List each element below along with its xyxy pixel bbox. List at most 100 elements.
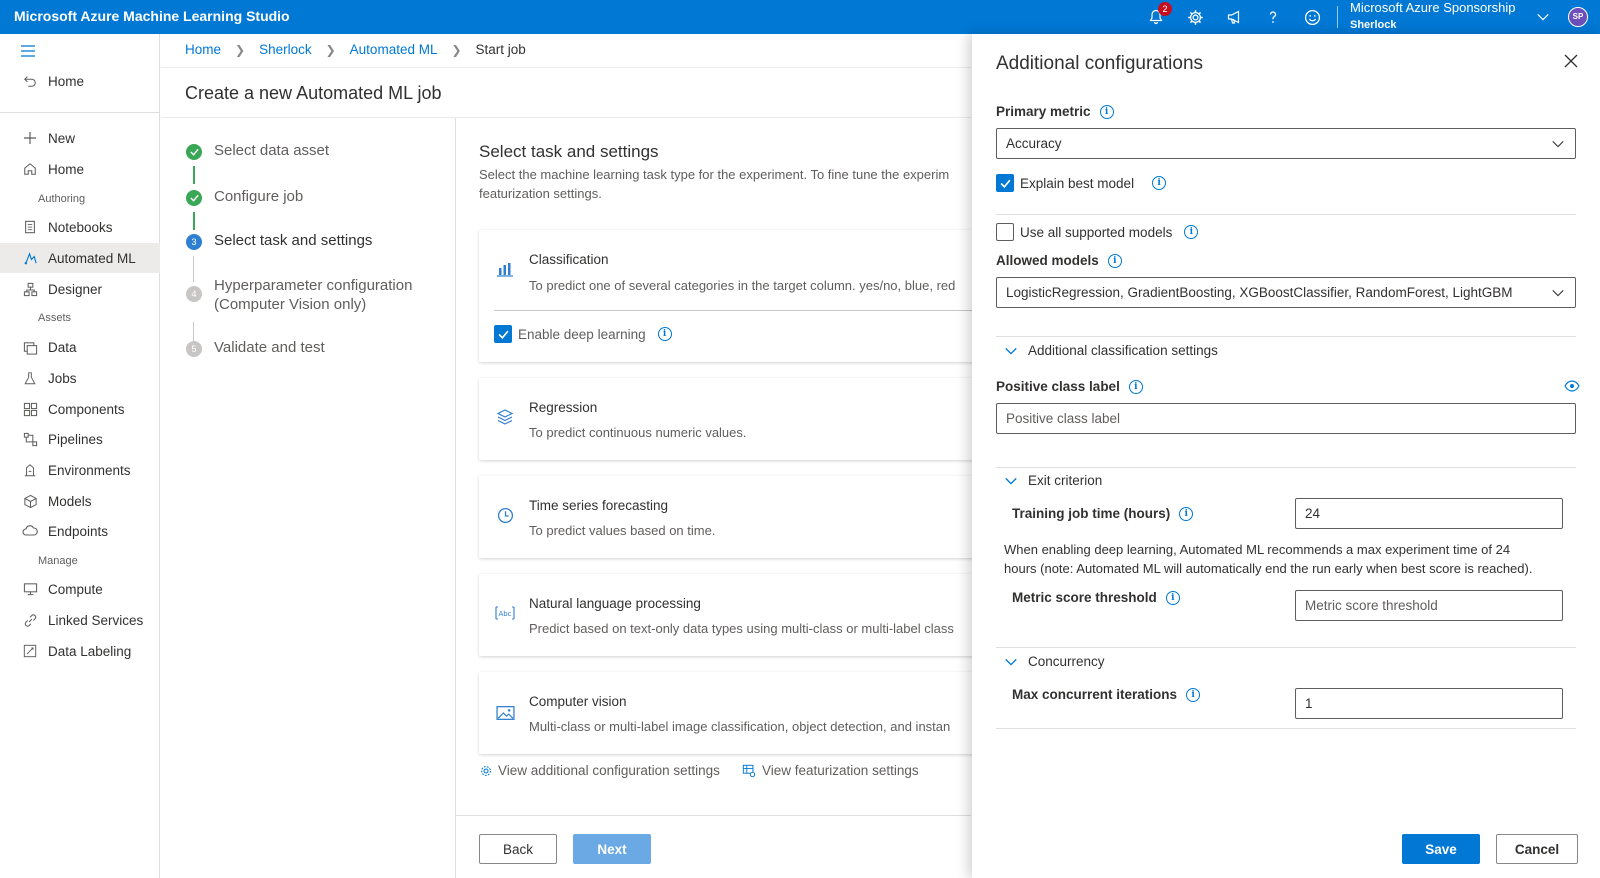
nav-compute[interactable]: Compute: [0, 574, 160, 604]
nav-linked-services[interactable]: Linked Services: [0, 605, 160, 635]
nav-models[interactable]: Models: [0, 486, 160, 516]
training-job-time-input[interactable]: [1295, 498, 1563, 529]
back-button[interactable]: Back: [479, 834, 557, 864]
explain-best-model[interactable]: Explain best model i: [996, 174, 1167, 192]
task-card-computer-vision[interactable]: Computer vision Multi-class or multi-lab…: [479, 672, 979, 754]
use-all-supported-models[interactable]: Use all supported models i: [996, 223, 1199, 241]
task-card-regression[interactable]: Regression To predict continuous numeric…: [479, 378, 979, 460]
close-icon[interactable]: [1564, 54, 1580, 70]
nav-environments[interactable]: Environments: [0, 455, 160, 485]
use-all-models-checkbox[interactable]: [996, 223, 1014, 241]
nav-label: Notebooks: [48, 219, 113, 235]
nav-endpoints[interactable]: Endpoints: [0, 516, 160, 546]
step-label: Hyperparameter configuration (Computer V…: [214, 276, 412, 314]
task-card-time-series[interactable]: Time series forecasting To predict value…: [479, 476, 979, 558]
breadcrumb-automated-ml[interactable]: Automated ML: [350, 42, 438, 57]
step-select-data-asset[interactable]: Select data asset: [186, 142, 329, 160]
section-description: Select the machine learning task type fo…: [479, 165, 979, 203]
nav-jobs[interactable]: Jobs: [0, 363, 160, 393]
nav-notebooks[interactable]: Notebooks: [0, 212, 160, 242]
cube-icon: [22, 493, 38, 509]
pipeline-icon: [22, 431, 38, 447]
hamburger-menu[interactable]: [0, 36, 160, 66]
view-featurization-link[interactable]: View featurization settings: [742, 763, 919, 778]
check-icon: [186, 144, 202, 160]
notebook-icon: [22, 219, 38, 235]
link-icon: [22, 612, 38, 628]
info-icon[interactable]: i: [1165, 590, 1180, 605]
nav-label: Data: [48, 339, 77, 355]
hamburger-icon: [20, 43, 36, 59]
note-line2: hours (note: Automated ML will automatic…: [1004, 561, 1533, 576]
training-job-time-label: Training job time (hours) i: [1012, 506, 1194, 521]
step-hyperparameter[interactable]: 4 Hyperparameter configuration (Computer…: [186, 276, 412, 314]
explain-best-model-checkbox[interactable]: [996, 174, 1014, 192]
megaphone-icon[interactable]: [1222, 5, 1246, 29]
section-label: Concurrency: [1028, 654, 1105, 669]
nav-label: Automated ML: [48, 250, 136, 266]
max-concurrent-iterations-input[interactable]: [1295, 688, 1563, 719]
help-icon[interactable]: [1261, 5, 1285, 29]
checkbox-label: Enable deep learning: [518, 326, 646, 342]
tenant-name[interactable]: Microsoft Azure Sponsorship: [1350, 0, 1515, 15]
next-button[interactable]: Next: [573, 834, 651, 864]
allowed-models-dropdown[interactable]: LogisticRegression, GradientBoosting, XG…: [996, 277, 1576, 308]
step-validate[interactable]: 5 Validate and test: [186, 339, 325, 357]
nav-data-labeling[interactable]: Data Labeling: [0, 636, 160, 666]
exit-criterion-toggle[interactable]: Exit criterion: [1004, 473, 1102, 488]
nav-section-manage: Manage: [38, 555, 78, 567]
positive-class-input[interactable]: [996, 403, 1576, 434]
avatar[interactable]: SP: [1568, 7, 1588, 27]
step-select-task[interactable]: 3 Select task and settings: [186, 232, 372, 250]
nav-designer[interactable]: Designer: [0, 274, 160, 304]
max-concurrent-iterations-label: Max concurrent iterations i: [1012, 687, 1201, 702]
chevron-down-icon: [1551, 286, 1565, 303]
info-icon[interactable]: i: [1128, 379, 1143, 394]
nav-pipelines[interactable]: Pipelines: [0, 424, 160, 454]
additional-classification-toggle[interactable]: Additional classification settings: [1004, 343, 1218, 358]
workspace-name[interactable]: Sherlock: [1350, 19, 1396, 31]
nav-new[interactable]: New: [0, 123, 160, 153]
task-card-nlp[interactable]: Abc Natural language processing Predict …: [479, 574, 979, 656]
nav-data[interactable]: Data: [0, 332, 160, 362]
info-icon[interactable]: i: [1099, 104, 1114, 119]
nav-section-authoring: Authoring: [38, 193, 86, 205]
task-card-classification[interactable]: Classification To predict one of several…: [479, 230, 979, 362]
info-icon[interactable]: i: [1184, 225, 1199, 239]
check-icon: [186, 190, 202, 206]
primary-metric-dropdown[interactable]: Accuracy: [996, 128, 1576, 159]
smiley-icon[interactable]: [1300, 5, 1324, 29]
view-additional-config-link[interactable]: View additional configuration settings: [479, 763, 720, 778]
label-text: Positive class label: [996, 379, 1120, 394]
save-button[interactable]: Save: [1402, 834, 1480, 864]
info-icon[interactable]: i: [1179, 506, 1194, 521]
enable-deep-learning[interactable]: Enable deep learning i: [494, 325, 672, 343]
info-icon[interactable]: i: [1186, 687, 1201, 702]
divider: [494, 310, 974, 311]
nav-automated-ml[interactable]: Automated ML: [0, 243, 160, 273]
label-text: Max concurrent iterations: [1012, 687, 1178, 702]
nav-home[interactable]: Home: [0, 154, 160, 184]
metric-score-threshold-label: Metric score threshold i: [1012, 590, 1180, 605]
chevron-right-icon: ❯: [235, 42, 246, 57]
gear-icon[interactable]: [1183, 5, 1207, 29]
step-configure-job[interactable]: Configure job: [186, 188, 303, 206]
metric-score-threshold-input[interactable]: [1295, 590, 1563, 621]
cancel-button[interactable]: Cancel: [1496, 834, 1578, 864]
chevron-down-icon: [1005, 658, 1017, 666]
desc-line2: featurization settings.: [479, 186, 602, 201]
step-connector: [193, 212, 195, 230]
breadcrumb-workspace[interactable]: Sherlock: [259, 42, 312, 57]
deep-learning-checkbox[interactable]: [494, 325, 512, 343]
app-title[interactable]: Microsoft Azure Machine Learning Studio: [14, 8, 290, 24]
eye-icon[interactable]: [1564, 379, 1580, 395]
info-icon[interactable]: i: [1152, 176, 1167, 190]
info-icon[interactable]: i: [657, 327, 672, 341]
nav-components[interactable]: Components: [0, 394, 160, 424]
concurrency-toggle[interactable]: Concurrency: [1004, 654, 1105, 669]
gear-icon: [479, 764, 493, 778]
info-icon[interactable]: i: [1107, 253, 1122, 268]
nav-home-back[interactable]: Home: [0, 66, 160, 96]
breadcrumb-home[interactable]: Home: [185, 42, 221, 57]
chevron-down-icon[interactable]: [1531, 5, 1555, 29]
